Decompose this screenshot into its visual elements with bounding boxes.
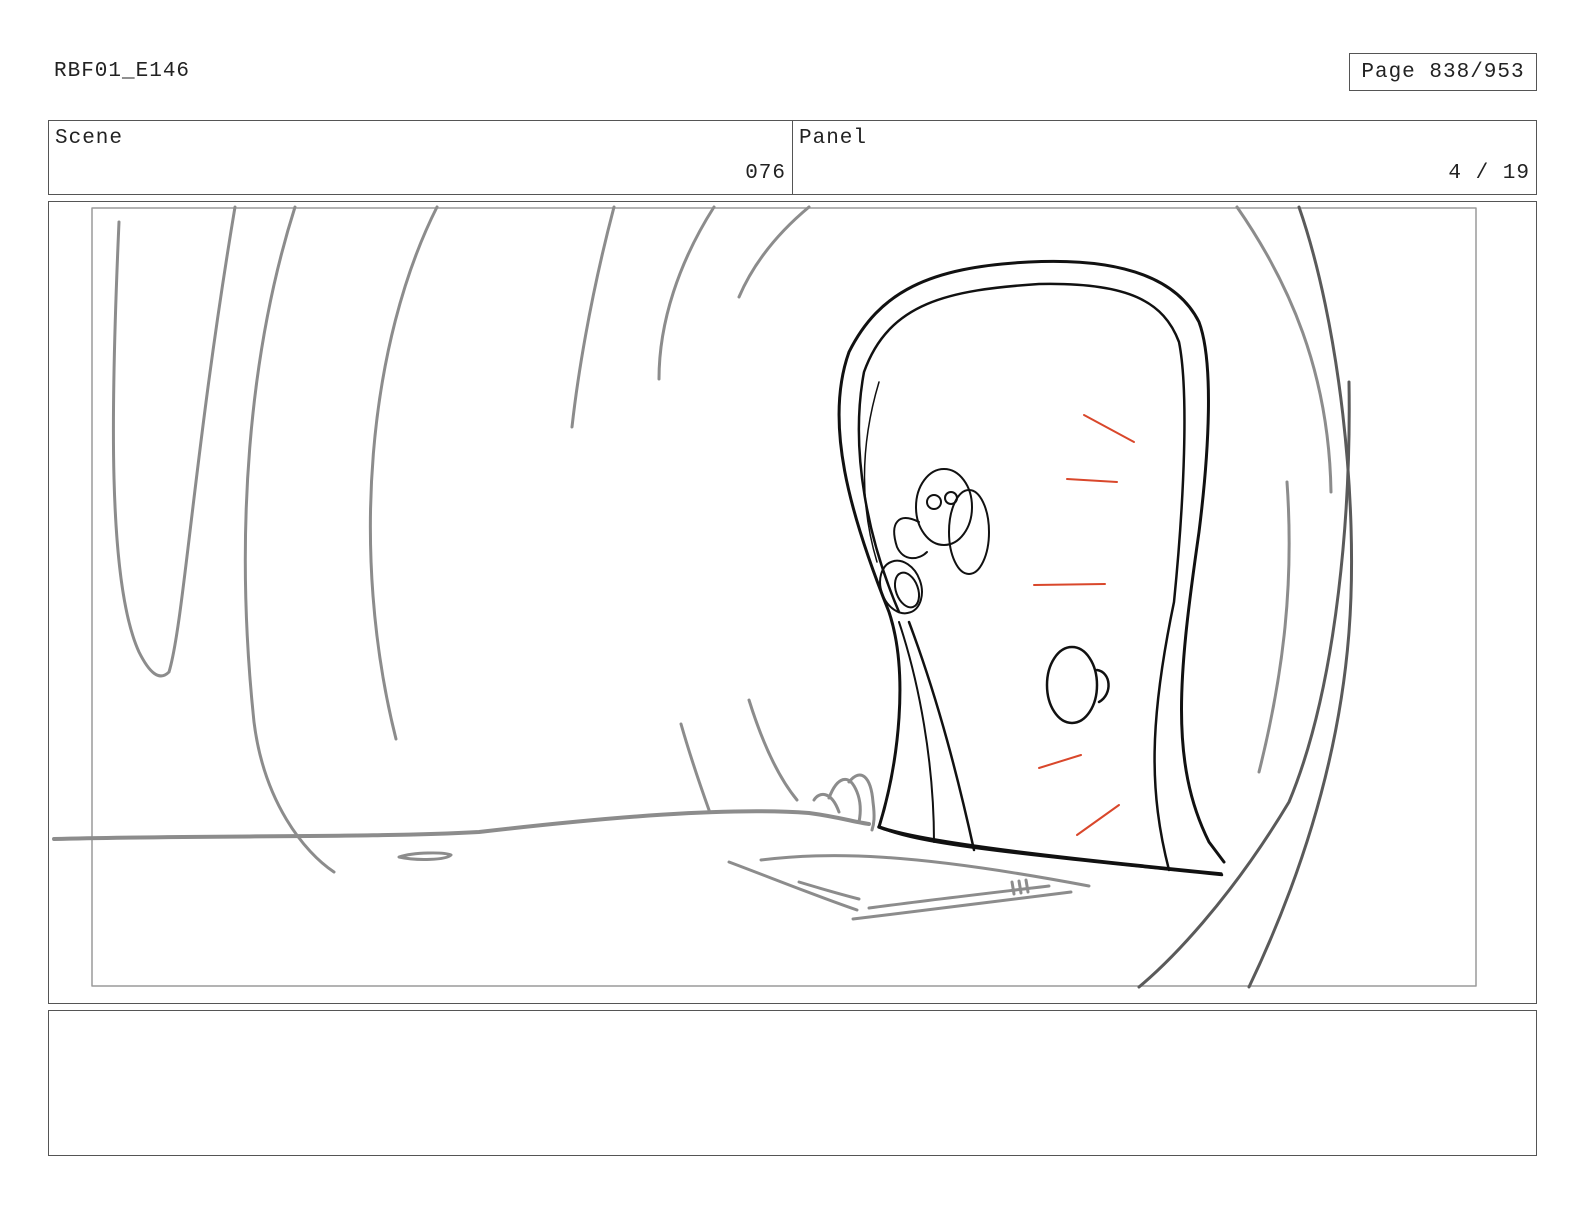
ground-line bbox=[52, 809, 871, 841]
page-indicator: Page 838/953 bbox=[1349, 53, 1537, 91]
storyboard-frame bbox=[48, 201, 1537, 1004]
scene-number: 076 bbox=[745, 162, 786, 185]
panel-number: 4 / 19 bbox=[1448, 162, 1530, 185]
doormat bbox=[727, 854, 1091, 921]
door-knocker bbox=[879, 468, 990, 615]
door-outline bbox=[837, 259, 1226, 877]
notes-box bbox=[48, 1010, 1537, 1156]
scene-label: Scene bbox=[55, 127, 124, 150]
storyboard-sketch bbox=[52, 205, 1477, 989]
document-id: RBF01_E146 bbox=[54, 60, 191, 83]
door-knob bbox=[1045, 645, 1110, 725]
scene-panel-info: Scene 076 Panel 4 / 19 bbox=[48, 120, 1537, 195]
scene-cell: Scene 076 bbox=[49, 121, 792, 194]
safe-area-guide bbox=[91, 207, 1477, 987]
tree-trunk-lines bbox=[111, 205, 1333, 874]
panel-label: Panel bbox=[799, 127, 868, 150]
action-lines bbox=[1033, 414, 1135, 836]
pebble bbox=[397, 851, 453, 861]
panel-cell: Panel 4 / 19 bbox=[792, 121, 1536, 194]
